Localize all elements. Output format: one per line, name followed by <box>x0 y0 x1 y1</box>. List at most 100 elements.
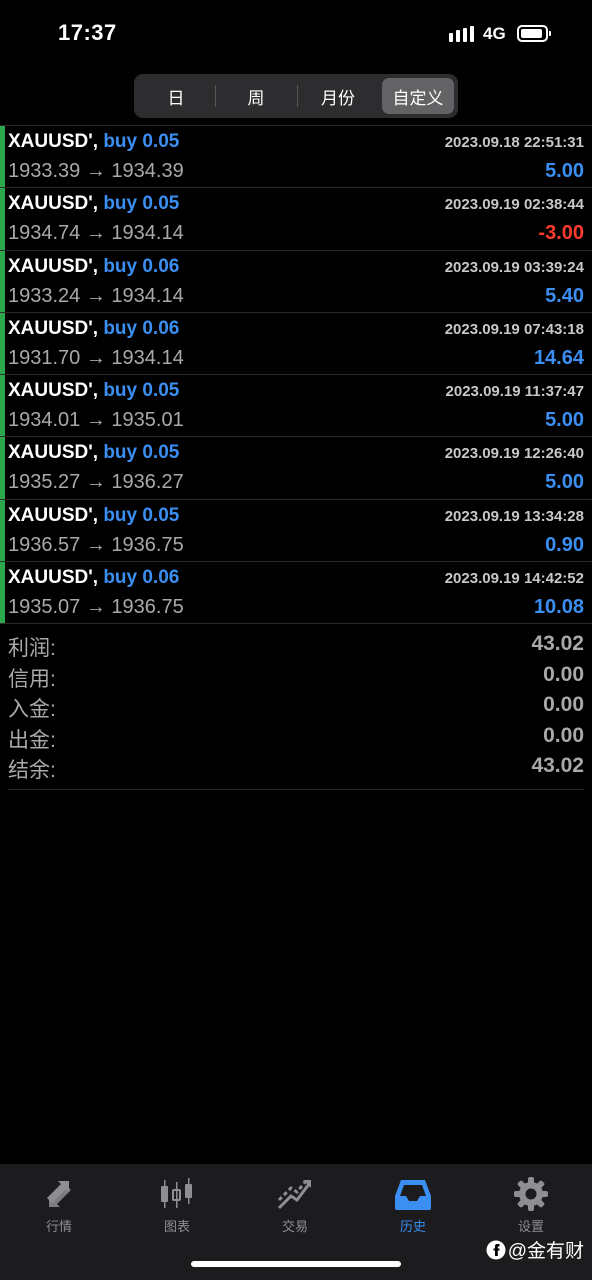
trade-title: XAUUSD', buy 0.05 <box>8 380 179 402</box>
trade-separator: , <box>92 193 104 215</box>
trade-side-volume: buy 0.05 <box>103 380 180 402</box>
trade-profit: 5.00 <box>545 409 584 432</box>
trade-title: XAUUSD', buy 0.05 <box>8 442 179 464</box>
trade-title: XAUUSD', buy 0.05 <box>8 505 179 527</box>
trade-date: 2023.09.19 13:34:28 <box>444 507 584 525</box>
summary-label: 信用: <box>8 667 56 691</box>
trade-row[interactable]: XAUUSD', buy 0.05 2023.09.19 12:26:40 1935… <box>0 436 592 499</box>
trade-side-volume: buy 0.06 <box>103 255 180 277</box>
trade-row[interactable]: XAUUSD', buy 0.06 2023.09.19 07:43:18 1931… <box>0 311 592 375</box>
trade-prices: 1935.07 → 1936.75 <box>8 596 184 619</box>
watermark: @金有财 <box>486 1236 584 1263</box>
period-day-tab[interactable]: 日 <box>138 78 214 114</box>
summary-value: 43.02 <box>531 754 584 777</box>
trade-title: XAUUSD', buy 0.05 <box>8 193 179 215</box>
quotes-icon <box>47 1181 71 1207</box>
trade-date: 2023.09.19 03:39:24 <box>444 258 584 276</box>
summary-label: 利润: <box>8 637 56 660</box>
buy-indicator-bar <box>0 126 5 188</box>
status-time: 17:37 <box>58 20 117 45</box>
trade-icon <box>277 1180 311 1210</box>
watermark-text: @金有财 <box>507 1241 584 1262</box>
period-week-tab[interactable]: 周 <box>216 78 296 114</box>
trade-history-list: XAUUSD', buy 0.05 2023.09.18 22:51:31 1933… <box>0 125 592 625</box>
summary-value: 0.00 <box>543 693 584 716</box>
tab-settings-label: 设置 <box>517 1219 544 1234</box>
buy-indicator-bar <box>0 312 5 375</box>
trade-title: XAUUSD', buy 0.05 <box>8 131 179 153</box>
trade-side-volume: buy 0.05 <box>103 131 180 152</box>
trade-date: 2023.09.19 07:43:18 <box>444 320 584 338</box>
trade-date: 2023.09.19 12:26:40 <box>444 445 584 463</box>
trade-symbol: XAUUSD' <box>8 193 93 215</box>
period-custom-tab[interactable]: 自定义 <box>382 78 454 114</box>
trade-prices: 1934.74 → 1934.14 <box>8 222 184 245</box>
trade-side-volume: buy 0.05 <box>103 193 180 215</box>
trade-separator: , <box>92 255 104 277</box>
trade-symbol: XAUUSD' <box>8 567 93 589</box>
gear-icon <box>514 1177 548 1211</box>
tab-quotes[interactable]: 行情 <box>0 1172 118 1236</box>
trade-separator: , <box>92 317 104 339</box>
buy-indicator-bar <box>0 437 5 499</box>
summary-row: 利润: 43.02 <box>8 630 584 661</box>
history-inbox-icon <box>395 1180 431 1210</box>
trade-symbol: XAUUSD' <box>8 380 93 402</box>
signal-strength-icon <box>449 26 475 42</box>
trade-profit: -3.00 <box>538 222 584 245</box>
summary-label: 出金: <box>8 728 56 752</box>
account-summary: 利润: 43.02 信用: 0.00 入金: 0.00 出金: 0.00 结余: 43.02 <box>8 630 584 790</box>
watermark-logo-icon <box>486 1240 506 1259</box>
candlestick-icon <box>161 1178 192 1208</box>
trade-symbol: XAUUSD' <box>8 131 93 152</box>
summary-row: 出金: 0.00 <box>8 722 584 753</box>
trade-date: 2023.09.19 14:42:52 <box>444 570 584 588</box>
tab-chart[interactable]: 图表 <box>118 1172 236 1236</box>
trade-side-volume: buy 0.06 <box>103 317 180 339</box>
trade-symbol: XAUUSD' <box>8 255 93 277</box>
tab-trade-label: 交易 <box>281 1219 308 1234</box>
trade-row[interactable]: XAUUSD', buy 0.05 2023.09.19 11:37:47 1934… <box>0 374 592 437</box>
trade-prices: 1935.27 → 1936.27 <box>8 471 184 494</box>
trade-title: XAUUSD', buy 0.06 <box>8 256 179 278</box>
summary-value: 0.00 <box>543 723 584 747</box>
battery-icon <box>517 25 551 42</box>
period-month-tab[interactable]: 月份 <box>298 78 378 114</box>
trade-prices: 1931.70 → 1934.14 <box>8 346 184 369</box>
trade-date: 2023.09.19 11:37:47 <box>445 383 584 401</box>
buy-indicator-bar <box>0 562 5 624</box>
tab-quotes-label: 行情 <box>45 1219 72 1234</box>
summary-value: 0.00 <box>543 662 584 686</box>
trade-separator: , <box>92 131 104 152</box>
summary-label: 结余: <box>8 759 56 782</box>
trade-row[interactable]: XAUUSD', buy 0.05 2023.09.18 22:51:31 1933… <box>0 125 592 188</box>
trade-separator: , <box>92 380 104 402</box>
trade-row[interactable]: XAUUSD', buy 0.06 2023.09.19 03:39:24 1933… <box>0 249 592 312</box>
trade-symbol: XAUUSD' <box>8 317 93 339</box>
trade-profit: 0.90 <box>545 533 584 556</box>
tab-history-label: 历史 <box>399 1219 426 1234</box>
trade-date: 2023.09.19 02:38:44 <box>444 196 584 214</box>
trade-profit: 10.08 <box>533 596 584 619</box>
tab-settings[interactable]: 设置 <box>472 1172 590 1236</box>
buy-indicator-bar <box>0 375 5 437</box>
trade-prices: 1936.57 → 1936.75 <box>8 533 184 556</box>
trade-date: 2023.09.18 22:51:31 <box>444 134 584 151</box>
trade-row[interactable]: XAUUSD', buy 0.05 2023.09.19 13:34:28 1936… <box>0 498 592 562</box>
home-indicator <box>191 1261 401 1267</box>
trade-profit: 5.00 <box>545 471 584 494</box>
status-bar: 17:37 4G <box>0 0 592 68</box>
buy-indicator-bar <box>0 499 5 562</box>
trade-row[interactable]: XAUUSD', buy 0.06 2023.09.19 14:42:52 1935… <box>0 561 592 624</box>
tab-history[interactable]: 历史 <box>354 1172 472 1236</box>
trade-prices: 1934.01 → 1935.01 <box>8 409 184 432</box>
trade-row[interactable]: XAUUSD', buy 0.05 2023.09.19 02:38:44 1934… <box>0 187 592 250</box>
summary-row: 信用: 0.00 <box>8 661 584 692</box>
network-type: 4G <box>483 24 506 43</box>
tab-trade[interactable]: 交易 <box>236 1172 354 1236</box>
trade-side-volume: buy 0.05 <box>103 442 180 464</box>
trade-prices: 1933.24 → 1934.14 <box>8 284 184 307</box>
buy-indicator-bar <box>0 188 5 250</box>
summary-label: 入金: <box>8 698 56 721</box>
trade-profit: 5.40 <box>545 284 584 307</box>
